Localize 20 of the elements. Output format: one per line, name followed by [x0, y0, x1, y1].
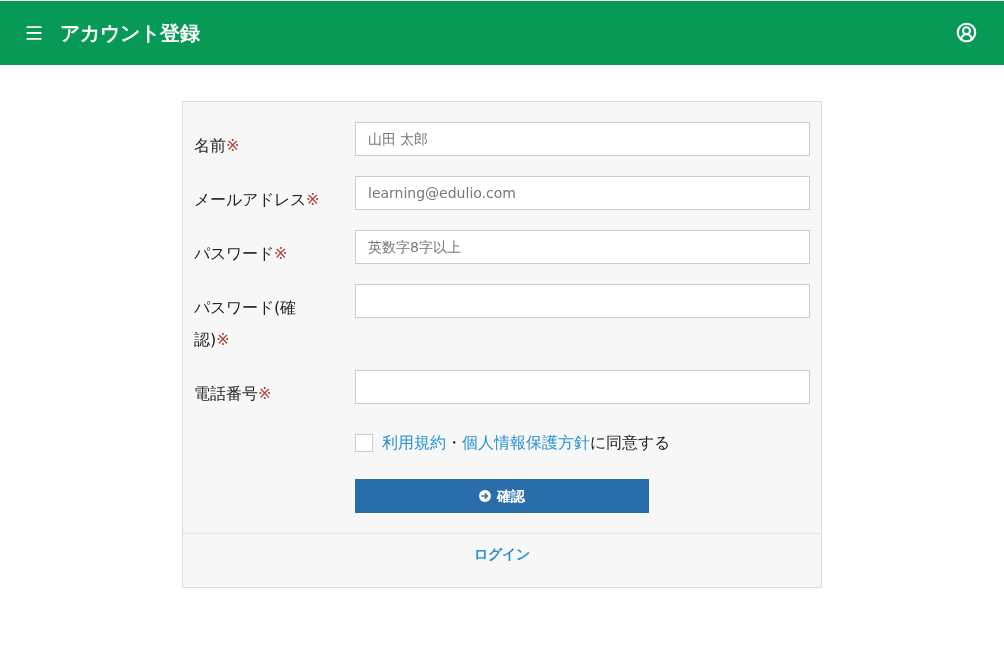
page-title: アカウント登録 — [60, 23, 200, 43]
user-account-icon[interactable] — [956, 21, 977, 43]
field-label: パスワード※ — [194, 244, 288, 263]
field-label: パスワード(確認)※ — [194, 298, 297, 349]
privacy-policy-link[interactable]: 個人情報保護方針 — [462, 433, 590, 452]
arrow-circle-icon — [479, 490, 491, 502]
input-field[interactable] — [355, 284, 810, 318]
login-link[interactable]: ログイン — [474, 544, 530, 565]
field-label: メールアドレス※ — [194, 190, 320, 209]
input-field[interactable]: learning@edulio.com — [355, 176, 810, 210]
input-field[interactable] — [355, 370, 810, 404]
confirm-button[interactable]: 確認 — [355, 479, 649, 513]
field-label: 電話番号※ — [194, 384, 272, 403]
input-field[interactable]: 英数字8字以上 — [355, 230, 810, 264]
terms-link[interactable]: 利用規約 — [382, 433, 446, 452]
input-field[interactable]: 山田 太郎 — [355, 122, 810, 156]
field-label: 名前※ — [194, 136, 240, 155]
agreement-text: 利用規約・個人情報保護方針に同意する — [382, 432, 670, 454]
agree-checkbox[interactable] — [355, 434, 373, 452]
menu-icon[interactable] — [24, 23, 44, 43]
